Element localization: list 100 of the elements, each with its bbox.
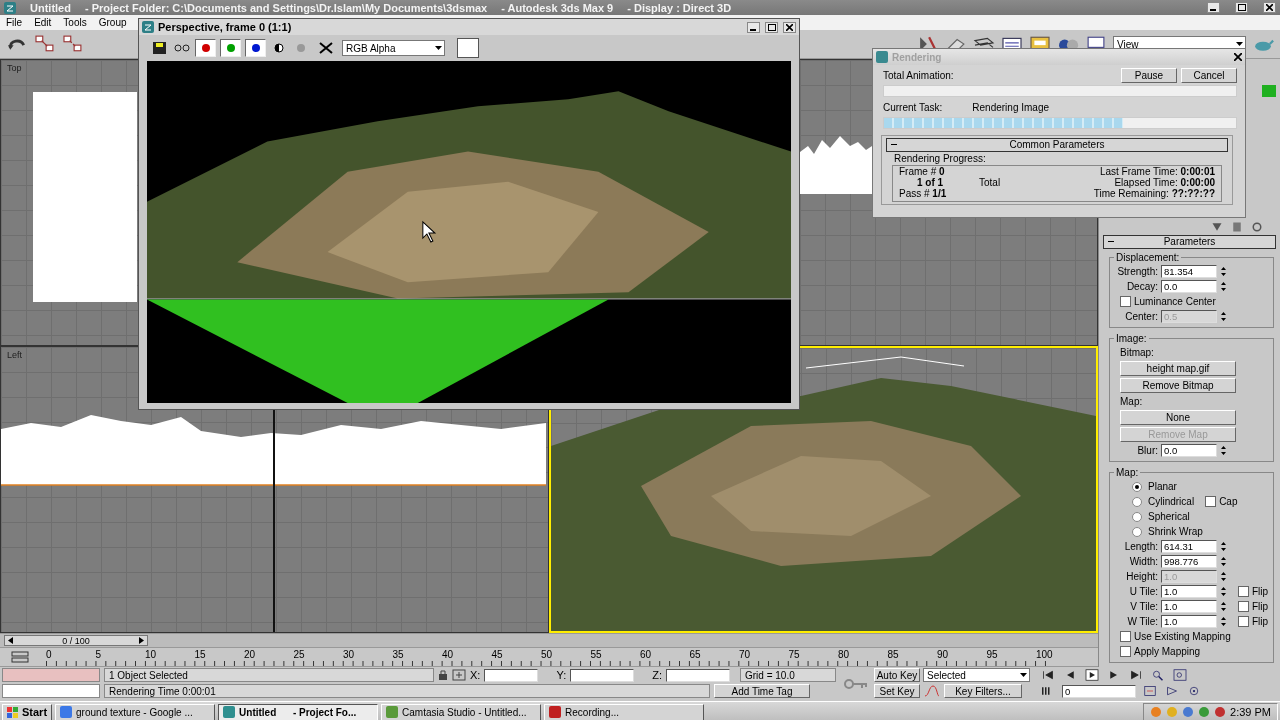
stat-value: ??:??:?? xyxy=(1171,188,1215,199)
radio-button[interactable] xyxy=(1132,496,1142,507)
channel-toggle[interactable] xyxy=(220,39,241,57)
spinner-icon[interactable] xyxy=(1220,571,1227,582)
script-input-field[interactable] xyxy=(2,684,100,698)
number-field[interactable]: 1.0 xyxy=(1161,600,1217,613)
link-icon[interactable] xyxy=(34,35,56,53)
checkbox[interactable] xyxy=(1238,586,1249,597)
number-field[interactable]: 0.0 xyxy=(1161,444,1217,457)
menu-item[interactable]: File xyxy=(6,17,23,28)
spinner-icon[interactable] xyxy=(1220,311,1227,322)
script-listener-field[interactable] xyxy=(2,668,100,682)
minimize-button[interactable] xyxy=(1207,2,1220,13)
unlink-icon[interactable] xyxy=(62,35,84,53)
key-filters-button[interactable]: Key Filters... xyxy=(944,684,1022,698)
spinner-icon[interactable] xyxy=(1220,541,1227,552)
restore-button[interactable] xyxy=(1235,2,1248,13)
taskbar-button[interactable]: ground texture - Google ... xyxy=(55,703,216,720)
spinner-icon[interactable] xyxy=(1220,445,1227,456)
radio-button[interactable] xyxy=(1132,526,1142,537)
channel-toggle[interactable] xyxy=(245,39,266,57)
set-key-button[interactable]: Set Key xyxy=(874,684,920,698)
viewport-label[interactable]: Top xyxy=(7,63,22,73)
radio-label: Spherical xyxy=(1148,511,1190,522)
zoom-icon[interactable] xyxy=(1150,669,1166,681)
rollout-header[interactable]: Parameters xyxy=(1103,235,1276,249)
display-tab-icon[interactable] xyxy=(1250,221,1264,233)
color-swatch[interactable] xyxy=(457,38,479,58)
menu-item[interactable]: Edit xyxy=(34,17,52,28)
number-field[interactable]: 998.776 xyxy=(1161,555,1217,568)
color-swatch[interactable] xyxy=(1262,85,1276,97)
panel-button[interactable]: Remove Bitmap xyxy=(1120,378,1236,393)
close-button[interactable] xyxy=(783,21,796,33)
spinner-icon[interactable] xyxy=(1220,616,1227,627)
viewport-label[interactable]: Left xyxy=(7,350,22,360)
radio-button[interactable] xyxy=(1132,481,1142,492)
checkbox[interactable] xyxy=(1238,601,1249,612)
coordinate-field[interactable] xyxy=(484,668,539,682)
field-label: Length: xyxy=(1123,541,1158,552)
stat-value: 0:00:01 xyxy=(1180,166,1215,177)
group-title: Rendering Progress: xyxy=(893,153,987,164)
minimize-button[interactable] xyxy=(747,21,760,33)
number-field[interactable]: 81.354 xyxy=(1161,265,1217,278)
channel-toggle[interactable] xyxy=(195,39,216,57)
save-icon[interactable] xyxy=(151,40,169,56)
taskbar-button[interactable]: Camtasia Studio - Untitled... xyxy=(381,703,542,720)
lock-icon[interactable] xyxy=(438,669,448,681)
menu-item[interactable]: Tools xyxy=(63,17,87,28)
spinner-icon[interactable] xyxy=(1220,281,1227,292)
panel-button[interactable]: height map.gif xyxy=(1120,361,1236,376)
tray-icon[interactable] xyxy=(1182,706,1195,718)
checkbox[interactable] xyxy=(1120,631,1131,642)
spinner-icon[interactable] xyxy=(1220,601,1227,612)
play-icon[interactable] xyxy=(1084,669,1100,681)
coordinate-field[interactable] xyxy=(666,668,730,682)
checkbox[interactable] xyxy=(1205,496,1217,507)
go-to-end-icon[interactable] xyxy=(1128,669,1144,681)
menu-item[interactable]: Group xyxy=(98,17,127,28)
key-mode-dropdown[interactable]: Selected xyxy=(923,668,1030,682)
track-bar[interactable]: 0 5 10 15 20 25 30 35 40 45 50 55 60 65 70 75 80 85 90 95 100 xyxy=(0,647,1098,667)
number-field[interactable]: 614.31 xyxy=(1161,540,1217,553)
modify-tab-icon[interactable] xyxy=(1230,221,1244,233)
zoom-all-icon[interactable] xyxy=(1172,669,1188,681)
spinner-icon[interactable] xyxy=(1220,586,1227,597)
panel-button[interactable]: None xyxy=(1120,410,1236,425)
channel-dropdown[interactable]: RGB Alpha xyxy=(342,40,445,56)
current-frame-field[interactable]: 0 xyxy=(1062,684,1136,698)
number-field[interactable]: 1.0 xyxy=(1161,615,1217,628)
coordinate-field[interactable] xyxy=(570,668,635,682)
radio-button[interactable] xyxy=(1132,511,1142,522)
rollout-header[interactable]: Common Parameters xyxy=(886,138,1228,152)
frame-tick-label: 5 xyxy=(95,648,103,662)
add-time-tag-button[interactable]: Add Time Tag xyxy=(714,684,810,698)
slider-thumb[interactable]: 0 / 100 xyxy=(4,635,148,646)
checkbox-label: Luminance Center xyxy=(1134,296,1216,307)
spinner-icon[interactable] xyxy=(1220,556,1227,567)
close-button[interactable] xyxy=(1263,2,1276,13)
time-config-icon[interactable] xyxy=(1142,685,1158,697)
track-view-icon[interactable] xyxy=(10,650,32,664)
dialog-button[interactable]: Pause xyxy=(1121,67,1177,83)
spinner-icon[interactable] xyxy=(1220,266,1227,277)
total-label: Total xyxy=(979,177,1002,188)
go-to-start-icon[interactable] xyxy=(1040,669,1056,681)
maximize-button[interactable] xyxy=(765,21,778,33)
number-field[interactable]: 0.0 xyxy=(1161,280,1217,293)
checkbox[interactable] xyxy=(1238,616,1249,627)
dialog-button[interactable]: Cancel xyxy=(1181,67,1237,83)
pan-icon[interactable] xyxy=(1164,685,1180,697)
taskbar-button[interactable]: Untitled - Project Fo... xyxy=(218,703,379,720)
number-field[interactable]: 1.0 xyxy=(1161,585,1217,598)
checkbox[interactable] xyxy=(1120,646,1131,657)
taskbar-button[interactable]: Recording... xyxy=(544,703,705,720)
checkbox[interactable] xyxy=(1120,296,1131,307)
close-icon[interactable] xyxy=(1234,53,1242,61)
start-button[interactable]: Start xyxy=(2,703,53,720)
create-tab-icon[interactable] xyxy=(1210,221,1224,233)
auto-key-button[interactable]: Auto Key xyxy=(874,668,920,682)
transform-mode-icon[interactable] xyxy=(452,669,466,681)
time-slider[interactable]: 0 / 100 xyxy=(0,633,1098,647)
tray-icon[interactable] xyxy=(1214,706,1227,718)
